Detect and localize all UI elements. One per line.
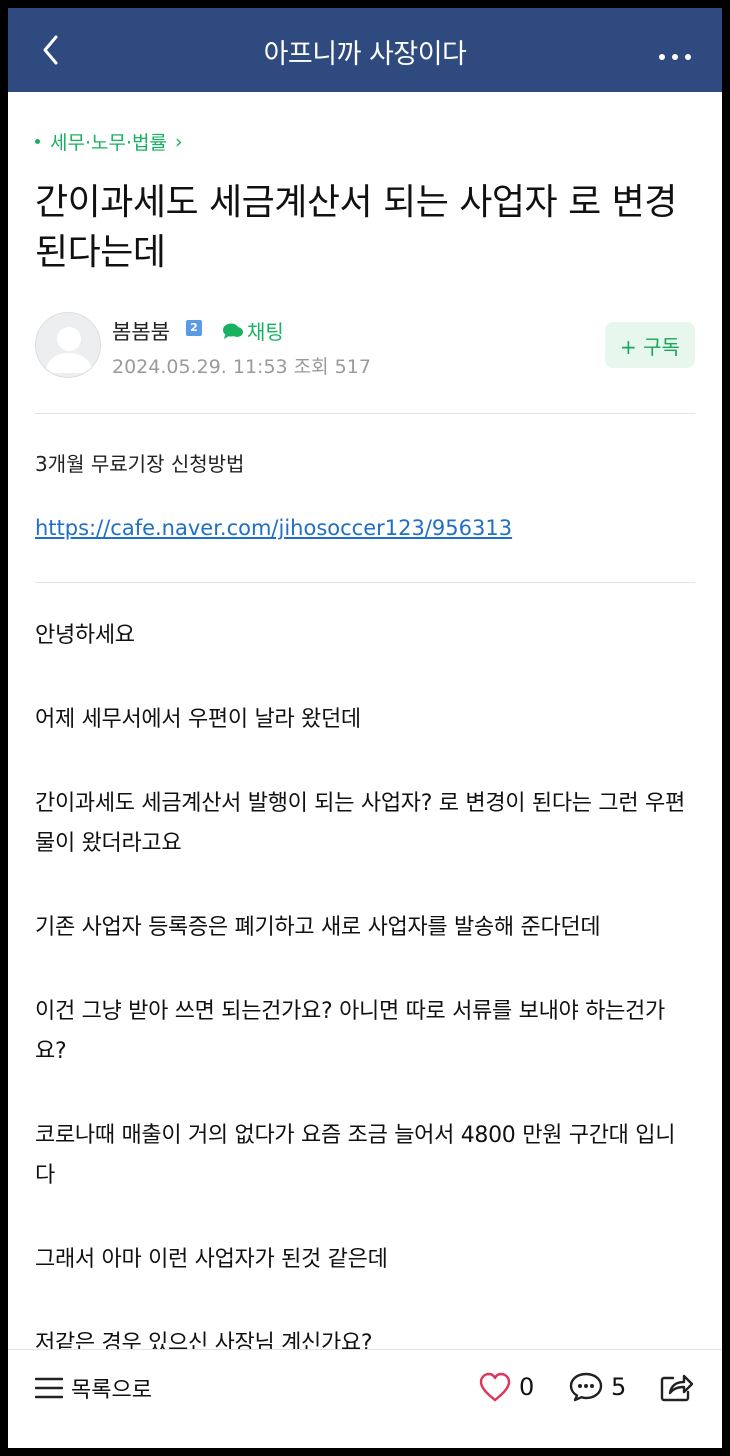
like-button[interactable]: 0 [479, 1372, 534, 1402]
bottom-bar: 목록으로 0 5 [8, 1349, 722, 1448]
divider [35, 582, 695, 583]
share-button[interactable] [660, 1372, 694, 1406]
author-name[interactable]: 봄봄붐 [112, 316, 170, 346]
divider [35, 413, 695, 414]
level-badge: 2 [186, 320, 202, 336]
share-icon [660, 1374, 694, 1402]
body-paragraph: 안녕하세요 [35, 623, 135, 648]
view-count: 조회 517 [293, 356, 371, 378]
body-paragraph: 간이과세도 세금계산서 발행이 되는 사업자? 로 변경이 된다는 그런 우편물… [35, 791, 685, 856]
more-button[interactable] [658, 46, 692, 60]
subscribe-button[interactable]: + 구독 [605, 322, 695, 368]
page-title: 아프니까 사장이다 [263, 39, 467, 70]
author-section: 봄봄붐 2 채팅 2024.05.29. 11:53 조회 517 + 구독 [35, 312, 695, 382]
avatar[interactable] [35, 312, 101, 378]
app-screen: 아프니까 사장이다 세무·노무·법률 › 간이과세도 세금계산서 되는 사업자 … [8, 8, 722, 1448]
category-label: 세무·노무·법률 [50, 132, 167, 154]
user-silhouette-icon [45, 327, 93, 373]
like-count: 0 [519, 1373, 535, 1401]
chevron-right-icon: › [174, 130, 183, 153]
category-link[interactable]: 세무·노무·법률 › [35, 128, 183, 155]
more-horizontal-icon [659, 54, 691, 60]
chat-label: 채팅 [247, 320, 284, 344]
list-label: 목록으로 [71, 1378, 152, 1403]
top-bar: 아프니까 사장이다 [8, 8, 722, 92]
heart-icon [479, 1372, 511, 1402]
notice-link[interactable]: https://cafe.naver.com/jihosoccer123/956… [35, 516, 512, 540]
list-button[interactable]: 목록으로 [35, 1372, 152, 1404]
body-paragraph: 기존 사업자 등록증은 폐기하고 새로 사업자를 발송해 준다던데 [35, 915, 601, 940]
bullet-icon [35, 139, 40, 144]
notice-text: 3개월 무료기장 신청방법 [35, 452, 245, 476]
post-date: 2024.05.29. 11:53 [112, 356, 288, 378]
chat-bubble-icon [223, 323, 243, 339]
body-paragraph: 코로나때 매출이 거의 없다가 요즘 조금 늘어서 4800 만원 구간대 입니… [35, 1123, 676, 1188]
body-paragraph: 이건 그냥 받아 쓰면 되는건가요? 아니면 따로 서류를 보내야 하는건가요? [35, 999, 665, 1064]
post-title: 간이과세도 세금계산서 되는 사업자 로 변경된다는데 [35, 182, 677, 273]
post-body: 안녕하세요 어제 세무서에서 우편이 날라 왔던데 간이과세도 세금계산서 발행… [35, 616, 695, 1408]
body-paragraph: 그래서 아마 이런 사업자가 된것 같은데 [35, 1247, 388, 1272]
comment-icon [569, 1372, 603, 1402]
menu-icon [35, 1377, 63, 1399]
post-meta: 2024.05.29. 11:53 조회 517 [112, 352, 371, 379]
comment-button[interactable]: 5 [569, 1372, 626, 1402]
chat-button[interactable]: 채팅 [222, 316, 284, 345]
comment-count: 5 [611, 1373, 627, 1401]
body-paragraph: 어제 세무서에서 우편이 날라 왔던데 [35, 707, 361, 732]
